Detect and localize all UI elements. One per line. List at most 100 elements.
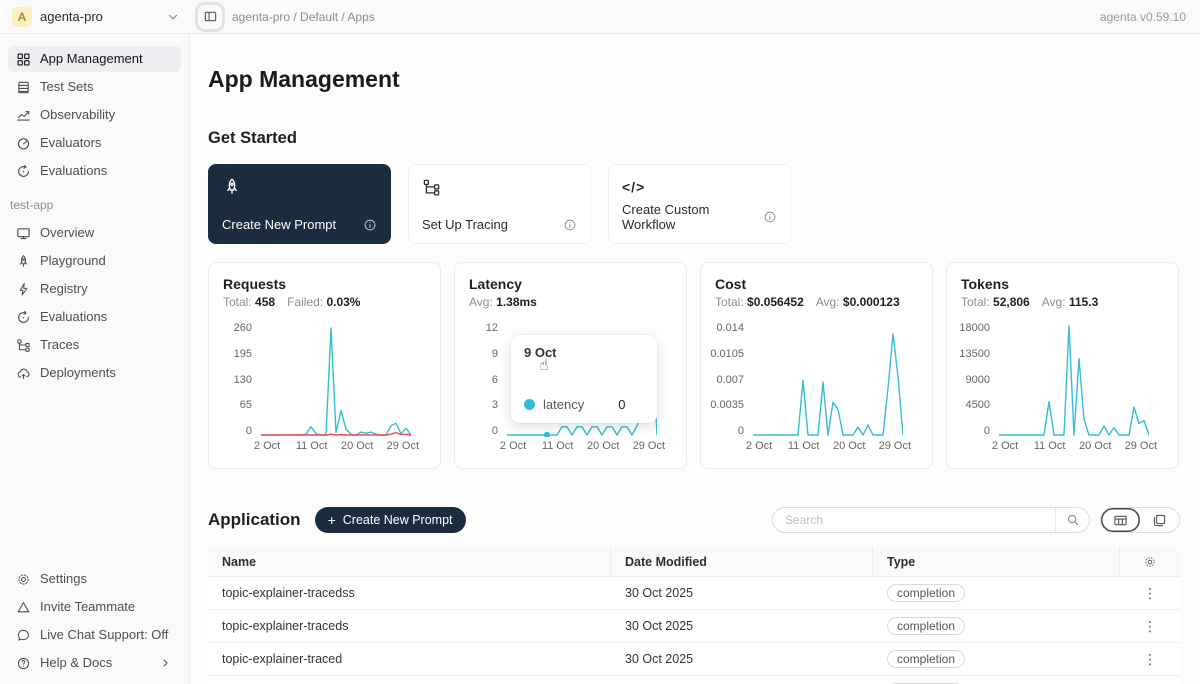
- y-axis: 0.0140.01050.0070.00350: [715, 322, 753, 437]
- sidebar-collapse-button[interactable]: [198, 5, 222, 29]
- sidebar-item-label: Live Chat Support: Off: [40, 627, 168, 643]
- rocket-icon: [222, 176, 377, 198]
- table-row[interactable]: topic-explainer-traced 30 Oct 2025 compl…: [208, 643, 1180, 676]
- breadcrumb[interactable]: agenta-pro / Default / Apps: [232, 10, 375, 24]
- create-custom-workflow-card[interactable]: </> Create Custom Workflow: [608, 164, 791, 244]
- table-view-button[interactable]: [1101, 508, 1140, 532]
- tracing-tree-icon: [422, 176, 577, 198]
- card-label: Set Up Tracing: [422, 217, 508, 232]
- table-view-icon: [1113, 513, 1128, 528]
- column-header-name[interactable]: Name: [208, 547, 611, 576]
- version-label: agenta v0.59.10: [1100, 10, 1186, 24]
- sidebar-item-registry[interactable]: Registry: [8, 276, 181, 302]
- search-input[interactable]: [773, 513, 1055, 527]
- chevron-right-icon: [158, 657, 173, 669]
- gear-icon: [1143, 555, 1157, 569]
- tokens-chart-card: Tokens Total: 52,806 Avg: 115.3 18000135…: [946, 262, 1179, 469]
- table-row[interactable]: career-assessment 27 Oct 2025 completion…: [208, 676, 1180, 684]
- info-icon[interactable]: [563, 218, 577, 232]
- sidebar-item-evaluators[interactable]: Evaluators: [8, 130, 181, 156]
- application-title: Application: [208, 510, 301, 530]
- app-name: topic-explainer-tracedss: [208, 586, 611, 600]
- sidebar-item-label: Test Sets: [40, 79, 93, 95]
- invite-icon: [16, 600, 31, 615]
- get-started-cards: Create New Prompt Set Up Tracing </> Cre…: [208, 164, 1180, 244]
- app-root: A agenta-pro agenta-pro / Default / Apps…: [0, 0, 1200, 684]
- column-header-type[interactable]: Type: [873, 547, 1120, 576]
- sidebar-item-invite-teammate[interactable]: Invite Teammate: [8, 594, 181, 620]
- info-icon[interactable]: [363, 218, 377, 232]
- x-axis: 2 Oct11 Oct20 Oct29 Oct: [753, 437, 905, 453]
- sidebar-item-label: Help & Docs: [40, 655, 112, 671]
- cards-view-icon: [1152, 513, 1167, 528]
- card-view-button[interactable]: [1140, 508, 1179, 532]
- mouse-cursor-hand-icon: ☝: [539, 355, 549, 375]
- sidebar-item-label: Observability: [40, 107, 115, 123]
- chart-title: Latency: [469, 276, 672, 292]
- y-axis: 260195130650: [223, 322, 261, 437]
- gauge-icon: [16, 136, 31, 151]
- create-new-prompt-card[interactable]: Create New Prompt: [208, 164, 391, 244]
- sidebar-item-evaluations-app[interactable]: Evaluations: [8, 304, 181, 330]
- requests-chart[interactable]: [261, 322, 411, 437]
- sidebar-item-label: Settings: [40, 571, 87, 587]
- page-title: App Management: [208, 66, 1180, 93]
- table-row[interactable]: topic-explainer-tracedss 30 Oct 2025 com…: [208, 577, 1180, 610]
- sidebar-item-playground[interactable]: Playground: [8, 248, 181, 274]
- sidebar-item-label: Playground: [40, 253, 106, 269]
- view-toggle: [1100, 507, 1180, 533]
- row-menu-button[interactable]: ⋮: [1137, 650, 1163, 668]
- sidebar-item-evaluations[interactable]: Evaluations: [8, 158, 181, 184]
- sidebar-item-deployments[interactable]: Deployments: [8, 360, 181, 386]
- plus-icon: +: [328, 512, 336, 528]
- question-icon: [16, 656, 31, 671]
- date-modified: 30 Oct 2025: [611, 652, 873, 666]
- column-settings-button[interactable]: [1143, 555, 1157, 569]
- card-label: Create Custom Workflow: [622, 202, 763, 232]
- x-axis: 2 Oct11 Oct20 Oct29 Oct: [507, 437, 659, 453]
- refresh-icon: [16, 164, 31, 179]
- date-modified: 30 Oct 2025: [611, 619, 873, 633]
- sidebar-item-help-docs[interactable]: Help & Docs: [8, 650, 181, 676]
- cost-chart[interactable]: [753, 322, 903, 437]
- sidebar-item-test-sets[interactable]: Test Sets: [8, 74, 181, 100]
- cost-chart-card: Cost Total: $0.056452 Avg: $0.000123 0.0…: [700, 262, 933, 469]
- sidebar-item-traces[interactable]: Traces: [8, 332, 181, 358]
- chat-icon: [16, 628, 31, 643]
- set-up-tracing-card[interactable]: Set Up Tracing: [408, 164, 591, 244]
- sidebar-item-overview[interactable]: Overview: [8, 220, 181, 246]
- row-menu-button[interactable]: ⋮: [1137, 617, 1163, 635]
- code-icon: </>: [622, 176, 777, 198]
- sidebar-item-app-management[interactable]: App Management: [8, 46, 181, 72]
- topbar: A agenta-pro agenta-pro / Default / Apps…: [0, 0, 1200, 34]
- rocket-icon: [16, 254, 31, 269]
- tokens-chart[interactable]: [999, 322, 1149, 437]
- sidebar-item-label: Invite Teammate: [40, 599, 135, 615]
- sidebar-item-observability[interactable]: Observability: [8, 102, 181, 128]
- sidebar-item-settings[interactable]: Settings: [8, 566, 181, 592]
- row-menu-button[interactable]: ⋮: [1137, 584, 1163, 602]
- sidebar-item-label: Traces: [40, 337, 79, 353]
- workspace-selector[interactable]: A agenta-pro: [12, 7, 180, 27]
- test-sets-icon: [16, 80, 31, 95]
- info-icon[interactable]: [763, 210, 777, 224]
- chart-tooltip: 9 Oct latency 0: [511, 335, 657, 423]
- sidebar-item-label: Evaluators: [40, 135, 101, 151]
- sidebar-item-label: Overview: [40, 225, 94, 241]
- search-icon: [1066, 513, 1080, 527]
- table-header: Name Date Modified Type: [208, 547, 1180, 577]
- chart-stats: Total: 52,806 Avg: 115.3: [961, 295, 1164, 309]
- column-header-date-modified[interactable]: Date Modified: [611, 547, 873, 576]
- table-row[interactable]: topic-explainer-traceds 30 Oct 2025 comp…: [208, 610, 1180, 643]
- sidebar-item-label: Evaluations: [40, 163, 107, 179]
- main-content: App Management Get Started Create New Pr…: [190, 34, 1200, 684]
- chart-stats: Total: $0.056452 Avg: $0.000123: [715, 295, 918, 309]
- sidebar-item-live-chat[interactable]: Live Chat Support: Off: [8, 622, 181, 648]
- sidebar-item-label: Deployments: [40, 365, 116, 381]
- search-button[interactable]: [1055, 508, 1089, 532]
- latency-chart-card: Latency Avg: 1.38ms 129630 2 Oct11 Oct20…: [454, 262, 687, 469]
- create-new-prompt-button[interactable]: + Create New Prompt: [315, 507, 466, 533]
- line-chart-icon: [16, 108, 31, 123]
- x-axis: 2 Oct11 Oct20 Oct29 Oct: [261, 437, 413, 453]
- sidebar-item-label: Evaluations: [40, 309, 107, 325]
